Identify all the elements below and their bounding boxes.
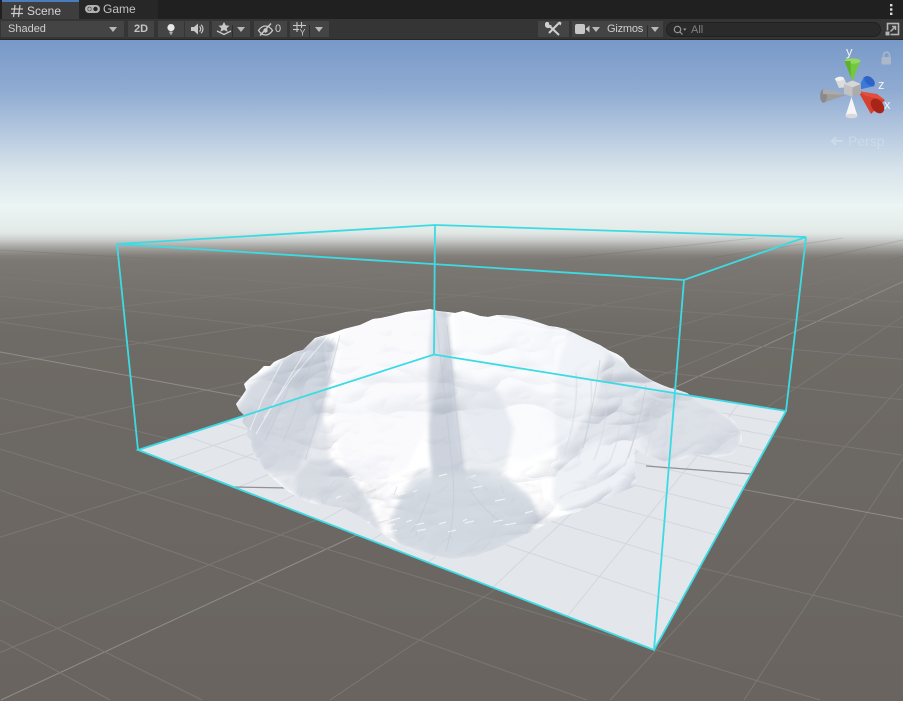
svg-text:Y: Y [300, 28, 306, 37]
svg-text:x: x [884, 97, 891, 112]
svg-text:y: y [846, 44, 853, 59]
svg-text:Persp: Persp [848, 133, 885, 149]
svg-text:z: z [878, 77, 885, 92]
